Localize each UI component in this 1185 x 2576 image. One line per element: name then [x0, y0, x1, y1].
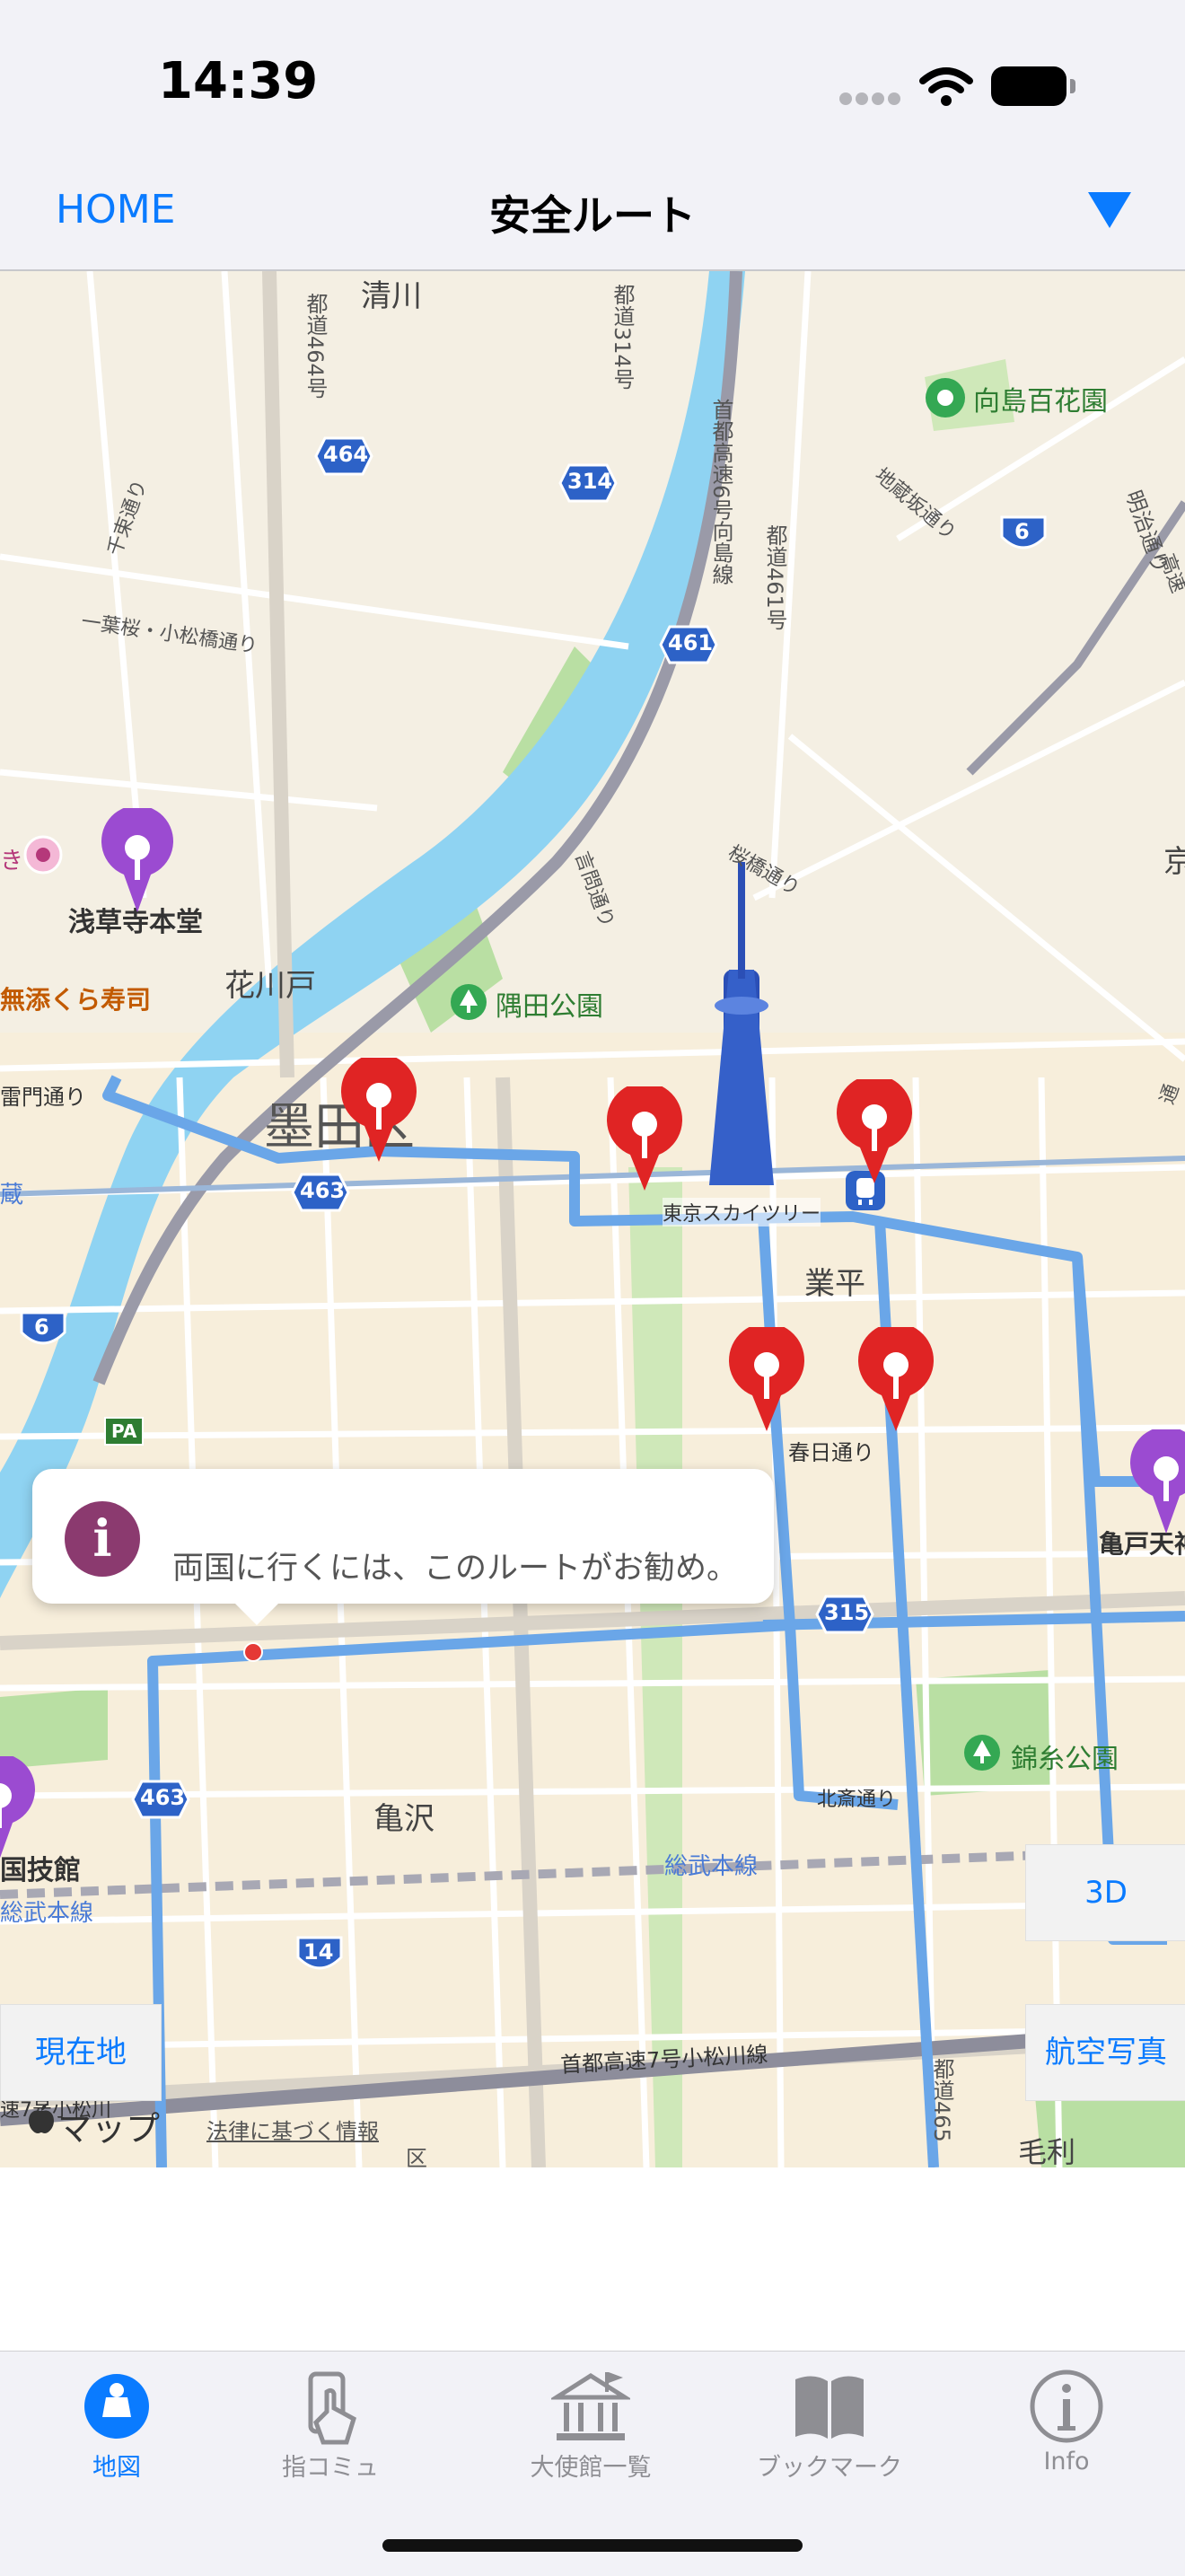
- embassy-icon: [551, 2372, 630, 2440]
- map-label-kyo: 京: [1163, 844, 1185, 880]
- map-pin-asakusa[interactable]: [97, 808, 178, 916]
- map-label-sumida-park: 隅田公園: [496, 991, 603, 1023]
- park-tree-icon-kinshi: [964, 1735, 1000, 1771]
- route-shield-463-bottom-label: 463: [140, 1785, 186, 1810]
- tab-label: 大使館一覧: [530, 2454, 652, 2482]
- map-pin-red-2[interactable]: [603, 1086, 686, 1194]
- route-shield-463-top-label: 463: [300, 1178, 346, 1203]
- map-label-route464: 都道464号: [303, 293, 328, 399]
- apple-logo-icon: [29, 2104, 54, 2133]
- map-label-shutoko6: 首都高速6号向島線: [708, 399, 733, 585]
- map-label-mori: 毛利: [1018, 2135, 1076, 2167]
- map-label-ki: き: [0, 848, 24, 875]
- tab-embassy-list[interactable]: 大使館一覧: [492, 2361, 689, 2487]
- map-pin-red-4[interactable]: [725, 1327, 808, 1435]
- map-label-kasuga: 春日通り: [788, 1440, 874, 1465]
- map-label-mukojima-hyakkaen: 向島百花園: [973, 386, 1108, 418]
- info-circle-icon: [1030, 2369, 1103, 2443]
- current-location-button[interactable]: 現在地: [0, 2004, 162, 2101]
- tab-label: 指コミュ: [282, 2454, 379, 2482]
- cellular-signal-icon: [839, 92, 900, 105]
- map-label-kamezawa: 亀沢: [373, 1801, 434, 1837]
- tab-bookmark[interactable]: ブックマーク: [731, 2361, 928, 2487]
- selected-location-dot: [243, 1642, 263, 1662]
- tab-map[interactable]: 地図: [18, 2361, 215, 2487]
- battery-icon: [991, 66, 1066, 106]
- aerial-photo-button[interactable]: 航空写真: [1025, 2004, 1185, 2101]
- map-label-sai-left: 蔵: [0, 1182, 24, 1209]
- route-shield-315-label: 315: [824, 1600, 870, 1625]
- map-view[interactable]: 464 314 461 6 6 463 463 315 14 PA 清川 都道4…: [0, 271, 1185, 2167]
- parking-area-badge: PA: [104, 1417, 145, 1446]
- map-label-hokusai: 北斎通り: [817, 1789, 897, 1811]
- park-flower-icon: [926, 378, 965, 418]
- tab-label: ブックマーク: [757, 2454, 902, 2482]
- tab-finger-communication[interactable]: 指コミュ: [232, 2361, 429, 2487]
- map-label-sobu: 総武本線: [664, 1853, 759, 1880]
- park-tree-icon: [451, 984, 487, 1020]
- battery-tip: [1070, 79, 1075, 93]
- wifi-icon: [919, 67, 973, 106]
- status-time: 14:39: [158, 52, 319, 110]
- map-label-kiyokawa: 清川: [361, 278, 422, 314]
- map-label-ku: 区: [406, 2146, 427, 2167]
- info-icon[interactable]: i: [65, 1501, 140, 1577]
- tab-label: Info: [1043, 2448, 1090, 2475]
- page-title: 安全ルート: [489, 191, 696, 240]
- callout-message: 両国に行くには、このルートがお勧め。: [172, 1551, 739, 1587]
- 3d-toggle-button[interactable]: 3D: [1025, 1844, 1185, 1941]
- map-label-route461: 都道461号: [762, 524, 787, 630]
- finger-communication-icon: [308, 2371, 356, 2445]
- map-label-hanakawado: 花川戸: [224, 968, 316, 1004]
- map-label-sobu-left: 総武本線: [0, 1900, 94, 1927]
- route-shield-6-left-label: 6: [34, 1314, 49, 1340]
- map-tab-icon: [84, 2374, 149, 2439]
- route-shield-14-label: 14: [303, 1939, 334, 1965]
- bookmark-book-icon: [795, 2376, 864, 2439]
- route-shield-464-label: 464: [323, 442, 369, 467]
- maps-attribution: マップ: [57, 2109, 161, 2149]
- map-label-kaminarimon: 雷門通り: [0, 1085, 86, 1110]
- map-pin-red-1[interactable]: [338, 1058, 420, 1165]
- map-pin-kameido[interactable]: [1126, 1429, 1185, 1537]
- legal-info-link[interactable]: 法律に基づく情報: [206, 2114, 379, 2145]
- map-label-muten-kura: 無添くら寿司: [0, 985, 152, 1015]
- triangle-down-icon[interactable]: [1088, 192, 1131, 228]
- map-pin-kokugikan[interactable]: [0, 1756, 40, 1864]
- map-label-route465: 都道465: [929, 2058, 954, 2142]
- map-pin-red-5[interactable]: [855, 1327, 937, 1435]
- tab-info[interactable]: Info: [968, 2361, 1165, 2487]
- map-label-kinshi-park: 錦糸公園: [1011, 1744, 1119, 1775]
- route-shield-6-top-label: 6: [1014, 519, 1030, 544]
- tab-label: 地図: [92, 2454, 141, 2482]
- map-label-tokyo-skytree: 東京スカイツリー: [663, 1198, 821, 1226]
- callout-pointer: [233, 1602, 280, 1625]
- map-pin-red-3[interactable]: [833, 1079, 916, 1187]
- map-label-gyohei: 業平: [804, 1266, 865, 1302]
- route-shield-314-label: 314: [567, 469, 613, 494]
- map-label-route314: 都道314号: [610, 284, 635, 390]
- route-shield-461-label: 461: [668, 630, 714, 655]
- temple-icon: [23, 835, 63, 875]
- home-indicator: [382, 2539, 803, 2552]
